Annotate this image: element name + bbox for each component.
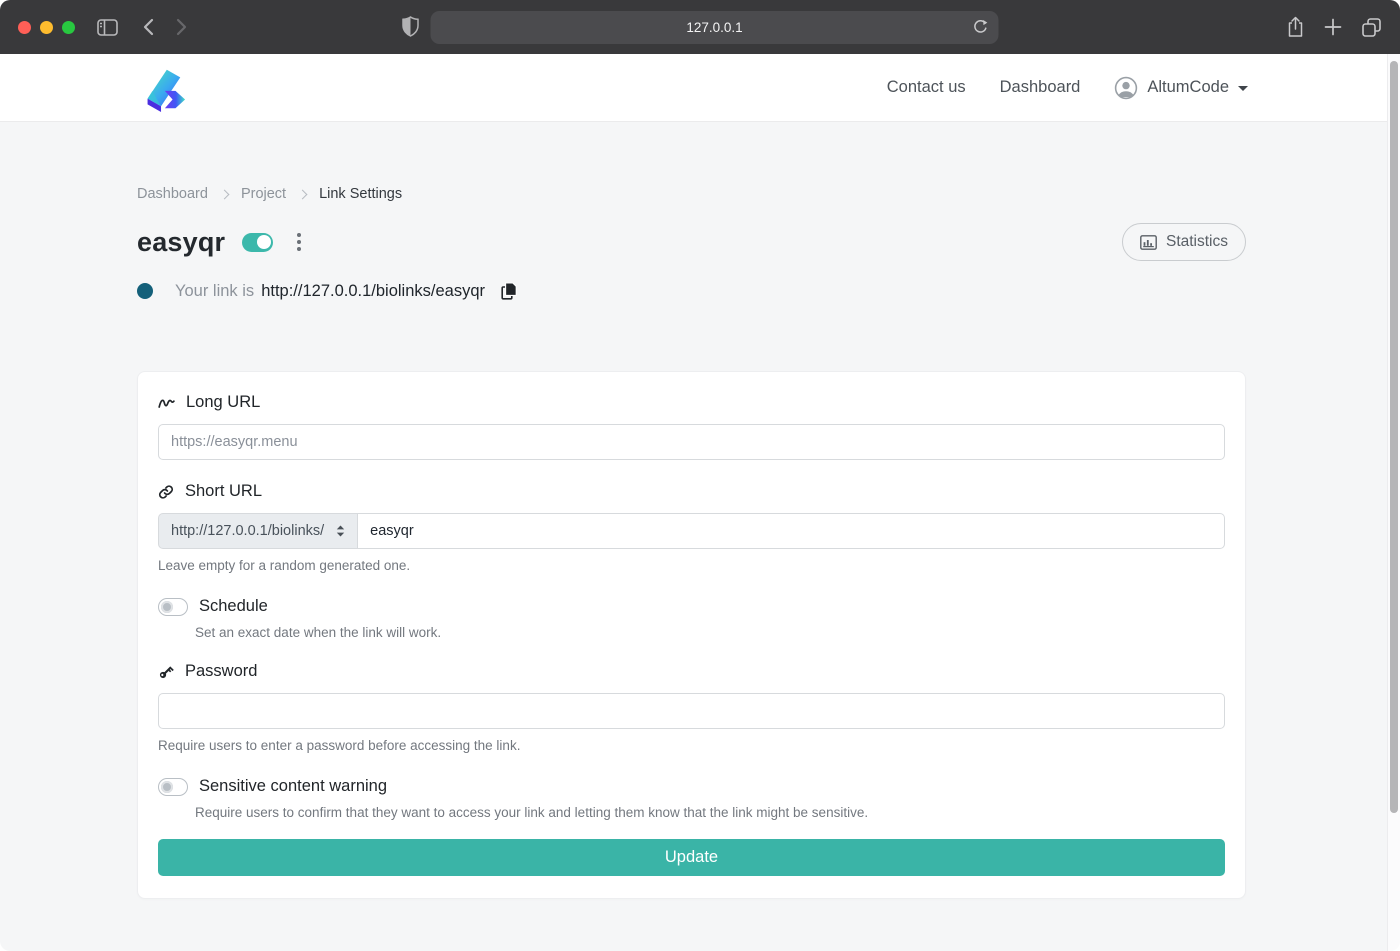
- schedule-toggle[interactable]: [158, 598, 188, 616]
- breadcrumb-project[interactable]: Project: [241, 186, 286, 202]
- minimize-window-button[interactable]: [40, 21, 53, 34]
- statistics-label: Statistics: [1166, 233, 1228, 251]
- bar-chart-icon: [1140, 235, 1157, 250]
- scrollbar-track: [1387, 54, 1400, 951]
- schedule-label: Schedule: [199, 597, 268, 616]
- share-icon[interactable]: [1286, 16, 1305, 38]
- long-url-label: Long URL: [186, 393, 260, 412]
- scribble-icon: [158, 396, 175, 409]
- breadcrumb: Dashboard Project Link Settings: [137, 186, 1246, 202]
- your-link-label: Your link is: [175, 282, 254, 301]
- password-label: Password: [185, 662, 257, 681]
- link-settings-card: Long URL Short URL http://127.0.0.1/biol…: [137, 371, 1246, 899]
- sensitive-helper: Require users to confirm that they want …: [195, 805, 1225, 820]
- your-link-row: Your link is http://127.0.0.1/biolinks/e…: [137, 281, 1246, 301]
- reload-icon[interactable]: [972, 18, 990, 36]
- breadcrumb-dashboard[interactable]: Dashboard: [137, 186, 208, 202]
- shield-icon[interactable]: [402, 16, 420, 38]
- main-nav: Contact us Dashboard AltumCode: [887, 76, 1248, 100]
- chevron-down-icon: [1238, 86, 1248, 91]
- select-caret-icon: [336, 525, 345, 537]
- close-window-button[interactable]: [18, 21, 31, 34]
- sensitive-toggle[interactable]: [158, 778, 188, 796]
- account-menu[interactable]: AltumCode: [1114, 76, 1248, 100]
- copy-icon[interactable]: [500, 281, 518, 301]
- short-url-helper: Leave empty for a random generated one.: [158, 558, 1225, 573]
- long-url-input[interactable]: [158, 424, 1225, 460]
- chevron-right-icon: [219, 190, 229, 200]
- your-link-url[interactable]: http://127.0.0.1/biolinks/easyqr: [261, 282, 485, 301]
- sensitive-label: Sensitive content warning: [199, 777, 387, 796]
- new-tab-icon[interactable]: [1324, 18, 1342, 36]
- short-url-input[interactable]: [358, 513, 1225, 549]
- scrollbar-thumb[interactable]: [1390, 61, 1398, 813]
- update-button[interactable]: Update: [158, 839, 1225, 876]
- site-header: Contact us Dashboard AltumCode: [0, 54, 1400, 122]
- browser-window: 127.0.0.1: [0, 0, 1400, 951]
- forward-icon[interactable]: [176, 18, 188, 36]
- link-icon: [158, 484, 174, 500]
- logo[interactable]: [137, 63, 187, 113]
- page-title: easyqr: [137, 227, 225, 258]
- tabs-icon[interactable]: [1361, 17, 1382, 38]
- address-bar[interactable]: 127.0.0.1: [431, 11, 999, 44]
- short-url-group: http://127.0.0.1/biolinks/: [158, 513, 1225, 549]
- short-url-domain-value: http://127.0.0.1/biolinks/: [171, 523, 324, 539]
- kebab-menu-icon[interactable]: [294, 230, 304, 254]
- nav-contact-us[interactable]: Contact us: [887, 78, 966, 97]
- sidebar-toggle-icon[interactable]: [97, 19, 118, 36]
- browser-toolbar: 127.0.0.1: [0, 0, 1400, 54]
- schedule-helper: Set an exact date when the link will wor…: [195, 625, 1225, 640]
- back-icon[interactable]: [142, 18, 154, 36]
- status-dot: [137, 283, 153, 299]
- page-content: Dashboard Project Link Settings easyqr S…: [0, 186, 1400, 899]
- link-enabled-toggle[interactable]: [242, 233, 273, 252]
- short-url-domain-select[interactable]: http://127.0.0.1/biolinks/: [158, 513, 358, 549]
- breadcrumb-link-settings: Link Settings: [319, 186, 402, 202]
- chevron-right-icon: [298, 190, 308, 200]
- zoom-window-button[interactable]: [62, 21, 75, 34]
- sensitive-row: Sensitive content warning: [158, 777, 1225, 796]
- password-label-row: Password: [158, 662, 1225, 681]
- statistics-button[interactable]: Statistics: [1122, 223, 1246, 261]
- address-bar-url: 127.0.0.1: [686, 20, 742, 35]
- traffic-lights: [18, 21, 75, 34]
- short-url-label-row: Short URL: [158, 482, 1225, 501]
- password-input[interactable]: [158, 693, 1225, 729]
- password-helper: Require users to enter a password before…: [158, 738, 1225, 753]
- account-name: AltumCode: [1147, 78, 1229, 97]
- schedule-row: Schedule: [158, 597, 1225, 616]
- key-icon: [158, 664, 174, 680]
- title-row: easyqr Statistics: [137, 223, 1246, 261]
- nav-dashboard[interactable]: Dashboard: [1000, 78, 1081, 97]
- long-url-label-row: Long URL: [158, 393, 1225, 412]
- avatar: [1114, 76, 1138, 100]
- short-url-label: Short URL: [185, 482, 262, 501]
